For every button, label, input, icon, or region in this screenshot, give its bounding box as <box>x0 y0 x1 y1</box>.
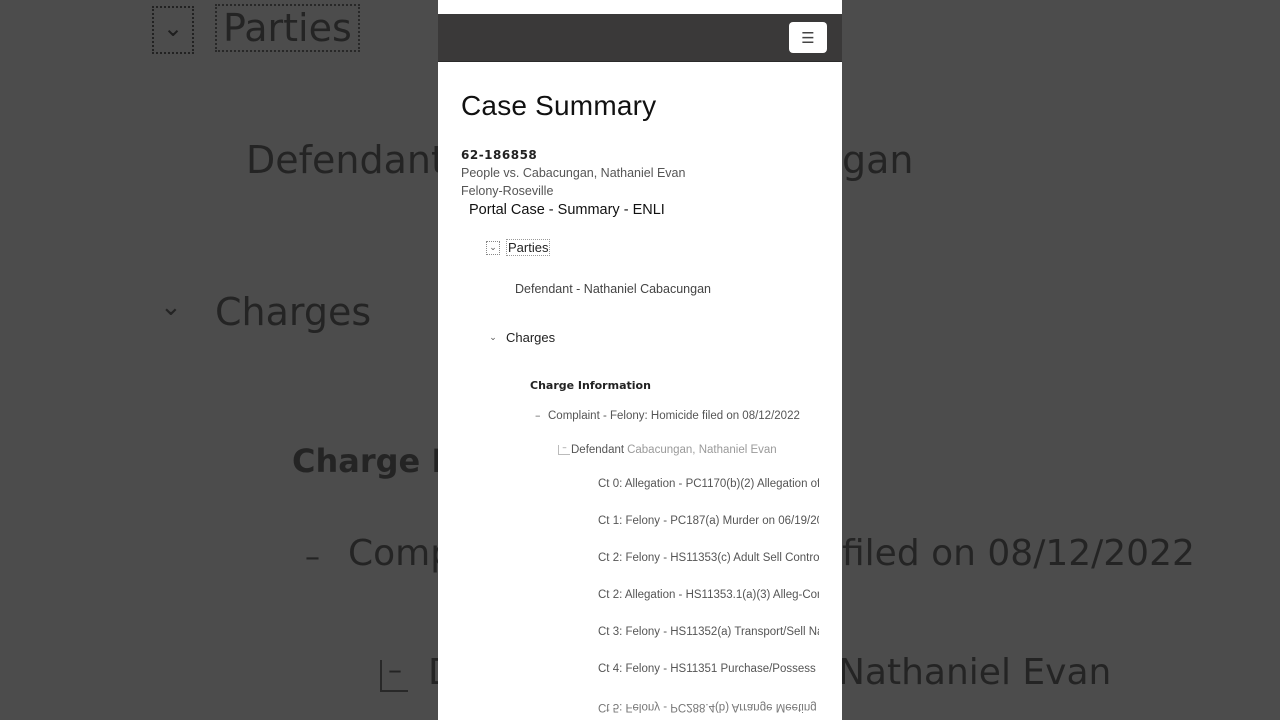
chevron-down-icon: ⌄ <box>163 14 184 42</box>
backdrop-complaint-text-right: filed on 08/12/2022 <box>842 533 1195 574</box>
portal-section-title: Portal Case - Summary - ENLI <box>469 202 665 218</box>
backdrop-charges-label: Charges <box>215 290 372 334</box>
count-item[interactable]: Ct 2: Felony - HS11353(c) Adult Sell Con… <box>598 540 819 577</box>
hamburger-menu-icon: ☰ <box>801 28 815 47</box>
count-item[interactable]: Ct 1: Felony - PC187(a) Murder on 06/19/… <box>598 503 819 540</box>
chevron-down-icon[interactable]: ⌄ <box>486 333 500 343</box>
backdrop-parties-label: Parties <box>215 4 360 52</box>
case-type: Felony-Roseville <box>461 184 554 198</box>
charge-information-heading: Charge Information <box>530 379 651 392</box>
backdrop-defendant2-text-right: Nathaniel Evan <box>838 652 1112 693</box>
count-item[interactable]: Ct 4: Felony - HS11351 Purchase/Possess <box>598 651 819 688</box>
case-style: People vs. Cabacungan, Nathaniel Evan <box>461 166 686 180</box>
backdrop-defendant-text-right: gan <box>842 138 914 182</box>
collapse-icon: – <box>305 540 320 575</box>
complaint-text: Complaint - Felony: Homicide filed on 08… <box>548 409 800 422</box>
case-number: 62-186858 <box>461 148 538 162</box>
backdrop-defendant-text: Defendant <box>246 138 446 182</box>
defendant-name: Cabacungan, Nathaniel Evan <box>627 444 777 456</box>
menu-button[interactable]: ☰ <box>789 22 827 53</box>
phone-screen: ☰ Case Summary 62-186858 People vs. Caba… <box>438 0 842 720</box>
chevron-down-icon[interactable]: ⌄ <box>486 240 500 255</box>
navbar: ☰ <box>438 14 842 62</box>
case-summary-content: Case Summary 62-186858 People vs. Cabacu… <box>438 90 842 720</box>
charges-section-header[interactable]: ⌄ Charges <box>486 330 842 345</box>
collapse-icon: – <box>380 656 408 692</box>
collapse-icon[interactable]: – <box>558 444 570 455</box>
defendant-tree-node[interactable]: – Defendant Cabacungan, Nathaniel Evan <box>558 444 842 456</box>
complaint-tree-node[interactable]: – Complaint - Felony: Homicide filed on … <box>535 409 842 422</box>
count-item[interactable]: Ct 0: Allegation - PC1170(b)(2) Allegati… <box>598 466 819 503</box>
defendant-label: Defendant <box>571 444 625 456</box>
page-title: Case Summary <box>461 90 657 121</box>
count-item[interactable]: Ct 5: Felony - PC288.4(b) Arrange Meetin… <box>598 688 819 720</box>
collapse-icon[interactable]: – <box>535 409 547 422</box>
count-item[interactable]: Ct 3: Felony - HS11352(a) Transport/Sell… <box>598 614 819 651</box>
count-item[interactable]: Ct 2: Allegation - HS11353.1(a)(3) Alleg… <box>598 577 819 614</box>
charges-label[interactable]: Charges <box>506 330 555 345</box>
backdrop-parties-toggle: ⌄ <box>152 6 194 54</box>
status-bar <box>438 0 842 14</box>
chevron-down-icon: ⌄ <box>160 292 182 322</box>
parties-section-header[interactable]: ⌄ Parties <box>486 239 842 256</box>
counts-list: Ct 0: Allegation - PC1170(b)(2) Allegati… <box>598 466 819 720</box>
parties-label[interactable]: Parties <box>506 239 551 256</box>
party-item: Defendant - Nathaniel Cabacungan <box>515 282 711 296</box>
